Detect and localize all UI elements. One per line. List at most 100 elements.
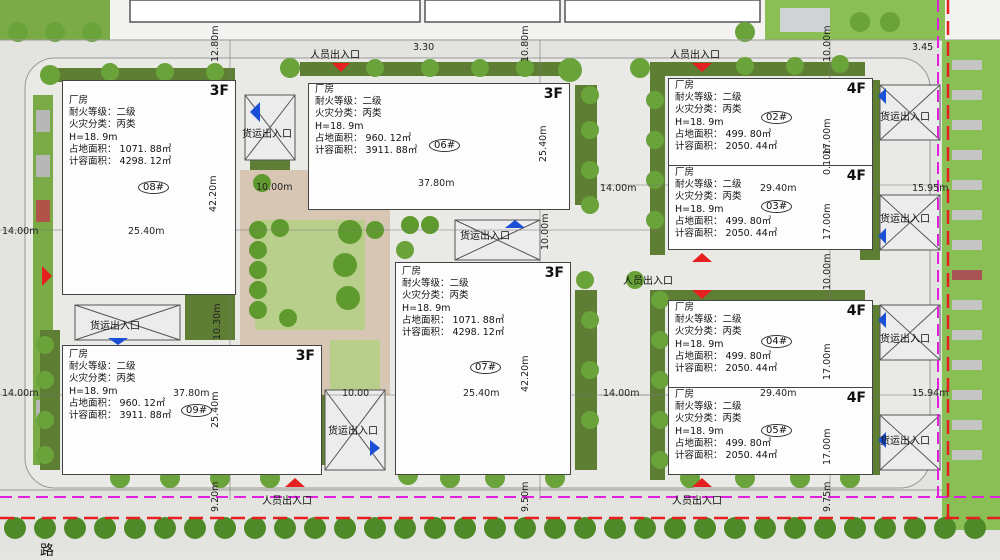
building-info: 厂房 耐火等级：二级 火灾分类：丙类 H=18. 9m 占地面积： 960. 1…: [315, 84, 417, 157]
land-area: 占地面积： 499. 80㎡: [675, 215, 772, 227]
cargo-entrance-label-6: 货运出入口: [880, 214, 930, 225]
building-06: 3F 厂房 耐火等级：二级 火灾分类：丙类 H=18. 9m 占地面积： 960…: [308, 83, 570, 210]
fire-class: 火灾分类：丙类: [69, 373, 136, 385]
floor-count: 3F: [543, 86, 563, 102]
floor-count: 4F: [846, 390, 866, 406]
fire-class: 火灾分类：丙类: [402, 290, 469, 302]
building-09: 3F 厂房 耐火等级：二级 火灾分类：丙类 H=18. 9m 占地面积： 960…: [62, 345, 322, 475]
cargo-entrance-label-7: 货运出入口: [880, 334, 930, 345]
fire-rating: 耐火等级：二级: [675, 401, 742, 413]
dim-10-30: 10.30m: [212, 303, 223, 340]
fire-rating: 耐火等级：二级: [69, 107, 136, 119]
dim-9-50: 9.50m: [520, 481, 531, 512]
fire-class: 火灾分类：丙类: [69, 119, 136, 131]
cargo-entrance-label-8: 货运出入口: [880, 436, 930, 447]
building-number: 05#: [761, 424, 793, 437]
cargo-entrance-label-1: 货运出入口: [242, 129, 292, 140]
dim-15-95: 15.95m: [912, 183, 949, 194]
dim-9-20: 9.20m: [210, 481, 221, 512]
fire-rating: 耐火等级：二级: [402, 278, 469, 290]
dim-14-00-left-bottom: 14.00m: [2, 388, 39, 399]
fire-class: 火灾分类：丙类: [675, 413, 742, 425]
building-type: 厂房: [675, 302, 695, 313]
dim-0-10: 0.10m: [822, 144, 833, 175]
cargo-entrance-label-5: 货运出入口: [880, 112, 930, 123]
building-04: 4F 厂房 耐火等级：二级 火灾分类：丙类 H=18. 9m 占地面积： 499…: [668, 300, 873, 388]
floor-count: 4F: [846, 168, 866, 184]
dim-42-20-right: 42.20m: [520, 355, 531, 392]
floor-count: 3F: [209, 83, 229, 99]
dim-17-00-05: 17.00m: [822, 428, 833, 465]
dim-12-80-vert: 12.80m: [210, 25, 221, 62]
building-number: 03#: [761, 200, 793, 213]
dim-25-40-right: 25.40m: [463, 388, 500, 399]
floor-count: 4F: [846, 81, 866, 97]
person-entrance-label-south-1: 人员出入口: [262, 496, 312, 507]
building-02: 4F 厂房 耐火等级：二级 火灾分类：丙类 H=18. 9m 占地面积： 499…: [668, 78, 873, 166]
dim-25-40-vert-09: 25.40m: [210, 391, 221, 428]
dim-9-75: 9.75m: [822, 481, 833, 512]
cargo-entrance-label-2: 货运出入口: [460, 231, 510, 242]
building-type: 厂房: [69, 349, 89, 360]
land-area: 占地面积： 960. 12㎡: [315, 132, 412, 144]
dim-14-00-right-top: 14.00m: [600, 183, 637, 194]
dim-29-40-bottom: 29.40m: [760, 388, 797, 399]
person-entrance-label-middle: 人员出入口: [623, 276, 673, 287]
fire-rating: 耐火等级：二级: [69, 361, 136, 373]
dim-17-00-04: 17.00m: [822, 343, 833, 380]
dim-25-40-left: 25.40m: [128, 226, 165, 237]
plot-area: 计容面积： 4298. 12㎡: [69, 156, 172, 168]
building-info: 厂房 耐火等级：二级 火灾分类：丙类 H=18. 9m 占地面积： 1071. …: [402, 266, 504, 339]
building-05: 4F 厂房 耐火等级：二级 火灾分类：丙类 H=18. 9m 占地面积： 499…: [668, 387, 873, 475]
dim-3-30: 3.30: [413, 42, 435, 53]
fire-rating: 耐火等级：二级: [315, 96, 382, 108]
land-area: 占地面积： 960. 12㎡: [69, 397, 166, 409]
dim-10-00-vert-07: 10.00m: [540, 213, 551, 250]
building-info: 厂房 耐火等级：二级 火灾分类：丙类 H=18. 9m 占地面积： 499. 8…: [675, 389, 777, 462]
building-type: 厂房: [69, 95, 89, 106]
land-area: 占地面积： 499. 80㎡: [675, 437, 772, 449]
building-number: 08#: [138, 181, 170, 194]
dim-14-00-right-bottom: 14.00m: [603, 388, 640, 399]
land-area: 占地面积： 1071. 88㎡: [402, 314, 505, 326]
dim-37-80-bottom: 37.80m: [173, 388, 210, 399]
building-number: 06#: [429, 139, 461, 152]
dim-15-94: 15.94m: [912, 388, 949, 399]
plot-area: 计容面积： 2050. 44㎡: [675, 141, 778, 153]
building-height: H=18. 9m: [315, 120, 364, 132]
dim-3-45: 3.45: [912, 42, 934, 53]
land-area: 占地面积： 499. 80㎡: [675, 350, 772, 362]
fire-rating: 耐火等级：二级: [675, 314, 742, 326]
building-info: 厂房 耐火等级：二级 火灾分类：丙类 H=18. 9m 占地面积： 1071. …: [69, 95, 171, 168]
person-entrance-label-south-2: 人员出入口: [672, 496, 722, 507]
dim-10-00-vert-mid: 10.00m: [822, 253, 833, 290]
plot-area: 计容面积： 2050. 44㎡: [675, 363, 778, 375]
building-height: H=18. 9m: [69, 131, 118, 143]
building-number: 04#: [761, 335, 793, 348]
plot-area: 计容面积： 2050. 44㎡: [675, 228, 778, 240]
road-label: 路: [40, 543, 54, 559]
dim-14-00-left-top: 14.00m: [2, 226, 39, 237]
building-type: 厂房: [675, 80, 695, 91]
cargo-entrance-label-4: 货运出入口: [328, 426, 378, 437]
plot-area: 计容面积： 4298. 12㎡: [402, 327, 505, 339]
dim-10-00-bottom: 10.00: [342, 388, 370, 399]
building-07: 3F 厂房 耐火等级：二级 火灾分类：丙类 H=18. 9m 占地面积： 107…: [395, 262, 571, 475]
dim-42-20-left: 42.20m: [208, 175, 219, 212]
dim-10-00-top: 10.00m: [256, 182, 293, 193]
dim-25-40-vert-06: 25.40m: [538, 125, 549, 162]
fire-class: 火灾分类：丙类: [675, 326, 742, 338]
dim-10-80-vert: 10.80m: [520, 25, 531, 62]
dim-10-00-vert-top: 10.00m: [822, 25, 833, 62]
fire-rating: 耐火等级：二级: [675, 92, 742, 104]
dim-17-00-03: 17.00m: [822, 203, 833, 240]
building-type: 厂房: [675, 167, 695, 178]
building-type: 厂房: [315, 84, 335, 95]
building-03: 4F 厂房 耐火等级：二级 火灾分类：丙类 H=18. 9m 占地面积： 499…: [668, 165, 873, 250]
floor-count: 4F: [846, 303, 866, 319]
building-number: 09#: [181, 404, 213, 417]
building-height: H=18. 9m: [402, 302, 451, 314]
plot-area: 计容面积： 2050. 44㎡: [675, 450, 778, 462]
land-area: 占地面积： 1071. 88㎡: [69, 143, 172, 155]
dim-29-40-top: 29.40m: [760, 183, 797, 194]
